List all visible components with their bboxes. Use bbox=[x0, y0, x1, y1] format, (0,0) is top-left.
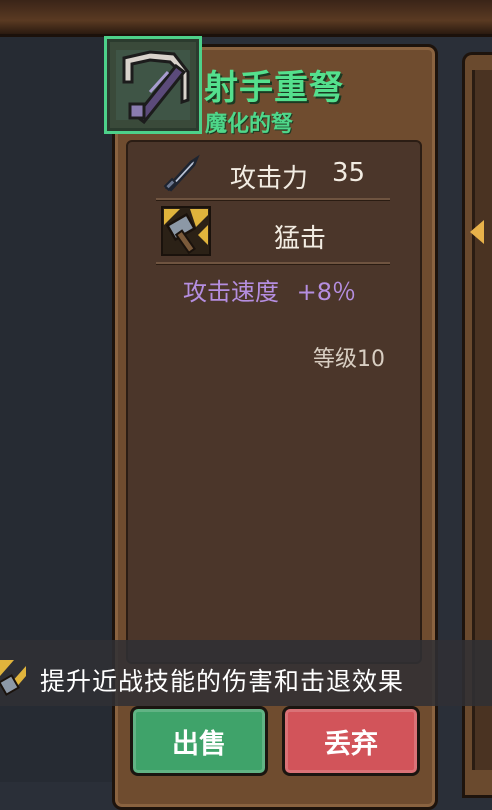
hammer-skill-icon bbox=[161, 206, 211, 256]
sell-button[interactable]: 出售 bbox=[130, 706, 268, 776]
side-panel-arrow-icon[interactable] bbox=[470, 220, 484, 244]
item-subtitle: 魔化的弩 bbox=[205, 112, 294, 137]
discard-button-label: 丢弃 bbox=[324, 728, 378, 760]
skill-row: 猛击 bbox=[156, 205, 392, 256]
top-bar bbox=[0, 0, 492, 37]
item-name: 射手重弩 bbox=[204, 68, 344, 108]
attack-speed-value: +8％ bbox=[296, 278, 357, 306]
attack-stat-row: 攻击力 35 bbox=[156, 150, 392, 200]
tooltip-text: 提升近战技能的伤害和击退效果 bbox=[40, 667, 405, 696]
skill-name: 猛击 bbox=[274, 224, 327, 254]
attack-value: 35 bbox=[332, 158, 366, 188]
discard-button[interactable]: 丢弃 bbox=[282, 706, 420, 776]
stat-divider bbox=[156, 198, 390, 201]
item-level: 等级10 bbox=[313, 347, 385, 372]
crossbow-icon bbox=[116, 50, 190, 125]
attack-label: 攻击力 bbox=[230, 164, 309, 194]
hammer-skill-icon bbox=[0, 660, 26, 696]
stat-divider bbox=[156, 262, 390, 265]
attack-speed-stat: 攻击速度 +8％ bbox=[183, 272, 356, 307]
sell-button-label: 出售 bbox=[172, 728, 226, 760]
sword-icon bbox=[163, 154, 200, 192]
attack-speed-label: 攻击速度 bbox=[183, 278, 279, 306]
item-icon-frame bbox=[104, 36, 202, 134]
